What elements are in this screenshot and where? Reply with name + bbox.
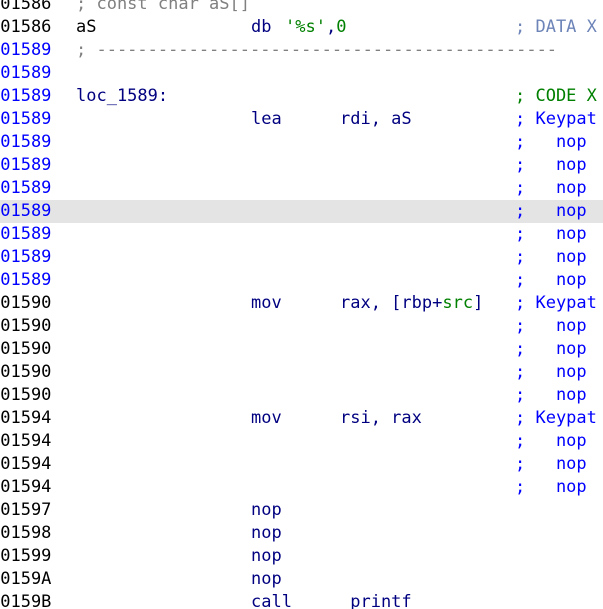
line-address: 00159A bbox=[0, 569, 52, 589]
listing-line[interactable]: 001590 ; nop bbox=[0, 384, 603, 407]
line-comment: ; Keypat bbox=[515, 408, 597, 428]
line-address: 001599 bbox=[0, 546, 52, 566]
line-comment: ; nop bbox=[515, 431, 587, 451]
instruction-mnemonic[interactable]: nop bbox=[251, 545, 282, 568]
line-address: 001594 bbox=[0, 431, 52, 451]
line-comment: ; Keypat bbox=[515, 293, 597, 313]
listing-line[interactable]: 001594 ; nop bbox=[0, 430, 603, 453]
line-address: 001589 bbox=[0, 109, 52, 129]
instruction-mnemonic[interactable]: nop bbox=[251, 522, 282, 545]
line-comment: ; nop bbox=[515, 385, 587, 405]
line-comment: ; nop bbox=[515, 155, 587, 175]
listing-line[interactable]: 001589 ; nop bbox=[0, 154, 603, 177]
line-address: 001589 bbox=[0, 155, 52, 175]
listing-line[interactable]: 001589 ; nop bbox=[0, 131, 603, 154]
line-comment: ; nop bbox=[515, 362, 587, 382]
instruction-mnemonic[interactable]: call bbox=[251, 591, 292, 609]
line-address: 001589 bbox=[0, 224, 52, 244]
listing-line[interactable]: 001589 ; nop bbox=[0, 177, 603, 200]
line-address: 001590 bbox=[0, 362, 52, 382]
instruction-mnemonic[interactable]: db bbox=[251, 16, 271, 39]
line-address: 001594 bbox=[0, 454, 52, 474]
listing-line[interactable]: 001589 ; nop bbox=[0, 223, 603, 246]
line-address: 001590 bbox=[0, 385, 52, 405]
line-address: 001589 bbox=[0, 270, 52, 290]
listing-line[interactable]: 001589 ; --------------------------------… bbox=[0, 39, 603, 62]
line-address: 001589 bbox=[0, 86, 52, 106]
line-address: 001598 bbox=[0, 523, 52, 543]
listing-line[interactable]: 001598 nop bbox=[0, 522, 603, 545]
line-address: 001590 bbox=[0, 316, 52, 336]
line-address: 001594 bbox=[0, 477, 52, 497]
line-comment: ; nop bbox=[515, 178, 587, 198]
code-label[interactable]: aS bbox=[76, 16, 96, 39]
header-comment: ; const char aS[] bbox=[76, 0, 250, 14]
line-comment: ; CODE X bbox=[515, 86, 597, 106]
line-address: 001586 bbox=[0, 17, 52, 37]
header-address: 001586 bbox=[0, 0, 52, 14]
instruction-operands[interactable]: '%s',0 bbox=[285, 16, 346, 39]
listing-line[interactable]: 001594 mov rsi, rax ; Keypat bbox=[0, 407, 603, 430]
instruction-operands[interactable]: rsi, rax bbox=[340, 407, 422, 430]
line-address: 001590 bbox=[0, 293, 52, 313]
line-address: 00159B bbox=[0, 592, 52, 609]
listing-line[interactable]: 00159B call _printf bbox=[0, 591, 603, 609]
line-address: 001589 bbox=[0, 63, 52, 83]
ida-disassembly-view[interactable]: 001586 ; const char aS[] 001586 aS db '%s',… bbox=[0, 0, 603, 609]
line-comment: ; nop bbox=[515, 270, 587, 290]
listing-line[interactable]: 001590 mov rax, [rbp+src] ; Keypat bbox=[0, 292, 603, 315]
listing-line[interactable]: 00159A nop bbox=[0, 568, 603, 591]
listing-line[interactable]: 001586 aS db '%s',0 ; DATA X bbox=[0, 16, 603, 39]
instruction-mnemonic[interactable]: mov bbox=[251, 407, 282, 430]
line-address: 001589 bbox=[0, 247, 52, 267]
line-address: 001589 bbox=[0, 40, 52, 60]
line-comment: ; nop bbox=[515, 224, 587, 244]
instruction-mnemonic[interactable]: mov bbox=[251, 292, 282, 315]
code-label[interactable]: loc_1589: bbox=[76, 85, 168, 108]
line-address: 001594 bbox=[0, 408, 52, 428]
line-address: 001597 bbox=[0, 500, 52, 520]
instruction-mnemonic[interactable]: lea bbox=[251, 108, 282, 131]
instruction-operands[interactable]: rax, [rbp+src] bbox=[340, 292, 483, 315]
header-line[interactable]: 001586 ; const char aS[] bbox=[0, 0, 603, 16]
line-comment: ; nop bbox=[515, 201, 587, 221]
line-comment: ; nop bbox=[515, 132, 587, 152]
line-comment: ; DATA X bbox=[515, 17, 597, 37]
listing-line[interactable]: 001589 ; nop bbox=[0, 269, 603, 292]
listing-line[interactable]: 001590 ; nop bbox=[0, 315, 603, 338]
listing-line[interactable]: 001589 loc_1589: ; CODE X bbox=[0, 85, 603, 108]
instruction-mnemonic[interactable]: nop bbox=[251, 568, 282, 591]
listing-line[interactable]: 001594 ; nop bbox=[0, 453, 603, 476]
listing-line[interactable]: 001589 bbox=[0, 62, 603, 85]
listing-line[interactable]: 001597 nop bbox=[0, 499, 603, 522]
listing-line[interactable]: 001589 lea rdi, aS ; Keypat bbox=[0, 108, 603, 131]
instruction-operands[interactable]: rdi, aS bbox=[340, 108, 412, 131]
instruction-mnemonic[interactable]: nop bbox=[251, 499, 282, 522]
line-comment: ; nop bbox=[515, 477, 587, 497]
separator-comment: ; --------------------------------------… bbox=[76, 40, 558, 60]
listing-line[interactable]: 001590 ; nop bbox=[0, 338, 603, 361]
listing-line[interactable]: 001590 ; nop bbox=[0, 361, 603, 384]
line-address: 001589 bbox=[0, 178, 52, 198]
line-comment: ; Keypat bbox=[515, 109, 597, 129]
line-comment: ; nop bbox=[515, 339, 587, 359]
line-address: 001589 bbox=[0, 201, 52, 221]
line-comment: ; nop bbox=[515, 316, 587, 336]
listing-line[interactable]: 001589 ; nop bbox=[0, 246, 603, 269]
line-comment: ; nop bbox=[515, 247, 587, 267]
line-address: 001589 bbox=[0, 132, 52, 152]
listing-line[interactable]: 001599 nop bbox=[0, 545, 603, 568]
line-address: 001590 bbox=[0, 339, 52, 359]
instruction-operands[interactable]: _printf bbox=[340, 591, 412, 609]
line-comment: ; nop bbox=[515, 454, 587, 474]
listing-line[interactable]: 001589 ; nop bbox=[0, 200, 603, 223]
listing-line[interactable]: 001594 ; nop bbox=[0, 476, 603, 499]
